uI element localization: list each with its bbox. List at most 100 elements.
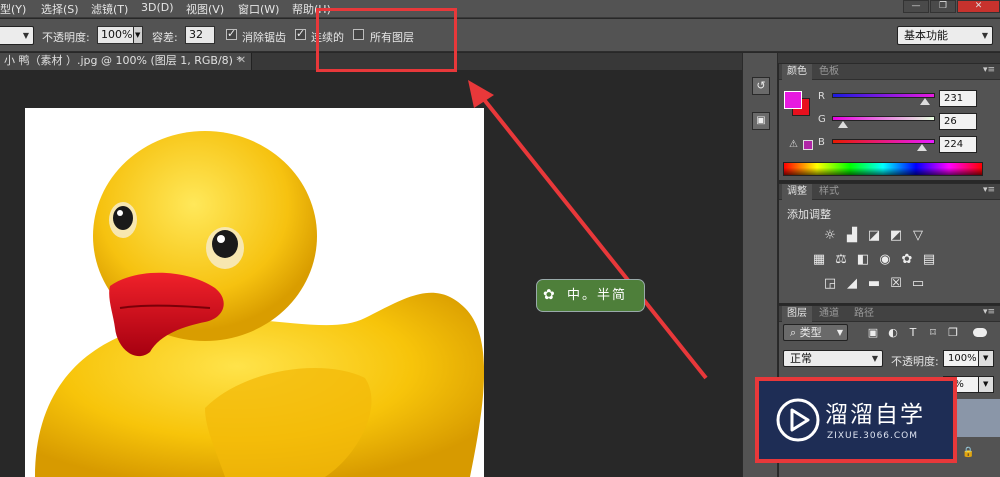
posterize-icon[interactable]: ◢ xyxy=(844,277,860,291)
warning-icon[interactable]: ⚠ xyxy=(789,139,798,150)
antialias-label: 消除锯齿 xyxy=(242,31,286,44)
watermark-badge: ✿ 中。半简 xyxy=(536,279,645,312)
lock-icon: 🔒 xyxy=(962,447,975,458)
panel-collapse-strip[interactable] xyxy=(742,53,1000,63)
search-icon: ⌕ xyxy=(790,326,797,339)
tab-layers[interactable]: 图层 xyxy=(782,306,812,322)
slider-r-thumb[interactable] xyxy=(920,98,931,105)
close-icon[interactable]: ✕ xyxy=(238,53,246,69)
fill-dropdown-icon[interactable]: ▼ xyxy=(978,376,994,393)
chevron-down-icon: ▼ xyxy=(981,31,988,40)
panel-menu-icon[interactable]: ▾≡ xyxy=(983,65,995,75)
g-value: 26 xyxy=(944,116,957,127)
channel-label-b: B xyxy=(818,137,825,148)
blend-mode-label: 正常 xyxy=(790,352,812,365)
menu-window[interactable]: 窗口(W) xyxy=(238,1,279,17)
curves-icon[interactable]: ◪ xyxy=(866,229,882,243)
brightness-icon[interactable]: ☼ xyxy=(822,229,838,243)
tab-swatches[interactable]: 色板 xyxy=(814,64,844,80)
workspace-label: 基本功能 xyxy=(904,29,948,42)
play-logo-icon xyxy=(776,398,820,442)
filter-toggle[interactable] xyxy=(973,328,987,337)
tab-channels[interactable]: 通道 xyxy=(814,306,844,322)
document-tab[interactable]: 小 鸭（素材 ）.jpg @ 100% (图层 1, RGB/8) * ✕ xyxy=(0,53,252,70)
panel-menu-icon[interactable]: ▾≡ xyxy=(983,307,995,317)
menu-view[interactable]: 视图(V) xyxy=(186,1,224,17)
tolerance-input[interactable]: 32 xyxy=(185,26,215,44)
channel-mixer-icon[interactable]: ✿ xyxy=(899,253,915,267)
chevron-down-icon: ▼ xyxy=(22,31,29,40)
opacity-value: 100% xyxy=(101,28,133,41)
tab-color[interactable]: 颜色 xyxy=(782,64,812,80)
antialias-checkbox[interactable] xyxy=(226,27,237,40)
color-balance-icon[interactable]: ⚖ xyxy=(833,253,849,267)
highlight-box-options xyxy=(316,8,457,72)
adjustments-panel-header: 调整 样式 ▾≡ xyxy=(779,184,1000,200)
workspace-dropdown[interactable]: 基本功能 ▼ xyxy=(897,26,993,45)
foreground-color-swatch[interactable] xyxy=(784,91,802,109)
options-bar: ▼ 不透明度: 100% ▼ 容差: 32 消除锯齿 连续的 所有图层 基本功能… xyxy=(0,19,1000,52)
layer-opacity-dropdown-icon[interactable]: ▼ xyxy=(978,350,994,367)
color-panel: 颜色 色板 ▾≡ ⚠ R 231 G 26 B 224 xyxy=(779,63,1000,180)
type-filter-icon[interactable]: T xyxy=(905,326,921,340)
menu-select[interactable]: 选择(S) xyxy=(41,1,79,17)
slider-b-thumb[interactable] xyxy=(917,144,928,151)
color-spectrum-bar[interactable] xyxy=(783,162,983,176)
g-value-input[interactable]: 26 xyxy=(939,113,977,130)
smart-object-filter-icon[interactable]: ❐ xyxy=(945,326,961,340)
r-value-input[interactable]: 231 xyxy=(939,90,977,107)
panel-menu-icon[interactable]: ▾≡ xyxy=(983,185,995,195)
contiguous-checkbox[interactable] xyxy=(295,27,306,40)
b-value: 224 xyxy=(944,139,964,150)
close-window-button[interactable]: ✕ xyxy=(957,0,1000,13)
levels-icon[interactable]: ▟ xyxy=(844,229,860,243)
tab-paths[interactable]: 路径 xyxy=(849,306,879,322)
menu-bar: 型(Y) 选择(S) 滤镜(T) 3D(D) 视图(V) 窗口(W) 帮助(H)… xyxy=(0,0,1000,18)
layer-filter-dropdown[interactable]: ⌕ 类型 ▼ xyxy=(783,324,848,341)
b-value-input[interactable]: 224 xyxy=(939,136,977,153)
layers-panel-header: 图层 通道 路径 ▾≡ xyxy=(779,306,1000,322)
tab-adjustments[interactable]: 调整 xyxy=(782,184,812,200)
menu-3d[interactable]: 3D(D) xyxy=(141,1,174,14)
layer-opacity-input[interactable]: 100% xyxy=(943,350,979,367)
tolerance-value: 32 xyxy=(189,28,203,41)
shape-filter-icon[interactable]: ⌑ xyxy=(925,326,941,340)
layer-filter-label: 类型 xyxy=(799,326,822,339)
tolerance-label: 容差: xyxy=(152,31,178,44)
blend-mode-dropdown[interactable]: 正常 ▼ xyxy=(783,350,883,367)
slider-g-thumb[interactable] xyxy=(837,121,848,128)
tab-styles[interactable]: 样式 xyxy=(814,184,844,200)
vibrance-icon[interactable]: ▽ xyxy=(910,229,926,243)
black-white-icon[interactable]: ◧ xyxy=(855,253,871,267)
exposure-icon[interactable]: ◩ xyxy=(888,229,904,243)
tool-preset-dropdown[interactable]: ▼ xyxy=(0,26,34,45)
hue-saturation-icon[interactable]: ▦ xyxy=(811,253,827,267)
properties-icon[interactable]: ▣ xyxy=(752,112,770,130)
selective-color-icon[interactable]: ☒ xyxy=(888,277,904,291)
gradient-map-icon[interactable]: ▭ xyxy=(910,277,926,291)
channel-label-r: R xyxy=(818,91,825,102)
gamut-color-chip[interactable] xyxy=(803,140,813,150)
menu-type[interactable]: 型(Y) xyxy=(0,1,26,17)
pixel-layer-filter-icon[interactable]: ▣ xyxy=(865,326,881,340)
canvas-area[interactable] xyxy=(0,70,742,477)
flower-icon: ✿ xyxy=(543,287,557,303)
minimize-button[interactable]: — xyxy=(903,0,929,13)
document-tab-title: 小 鸭（素材 ）.jpg @ 100% (图层 1, RGB/8) * xyxy=(4,54,242,67)
chevron-down-icon: ▼ xyxy=(836,328,843,337)
rubber-duck-illustration xyxy=(35,131,484,477)
color-panel-header: 颜色 色板 ▾≡ xyxy=(779,64,1000,80)
restore-button[interactable]: ❐ xyxy=(930,0,956,13)
adjustment-filter-icon[interactable]: ◐ xyxy=(885,326,901,340)
color-lookup-icon[interactable]: ▤ xyxy=(921,253,937,267)
document-image[interactable] xyxy=(25,108,484,477)
invert-icon[interactable]: ◲ xyxy=(822,277,838,291)
logo-title: 溜溜自学 xyxy=(825,402,925,428)
chevron-down-icon: ▼ xyxy=(871,354,878,363)
opacity-dropdown-icon[interactable]: ▼ xyxy=(133,26,143,44)
threshold-icon[interactable]: ▬ xyxy=(866,277,882,291)
menu-filter[interactable]: 滤镜(T) xyxy=(91,1,128,17)
photo-filter-icon[interactable]: ◉ xyxy=(877,253,893,267)
history-icon[interactable]: ↺ xyxy=(752,77,770,95)
channel-label-g: G xyxy=(818,114,826,125)
